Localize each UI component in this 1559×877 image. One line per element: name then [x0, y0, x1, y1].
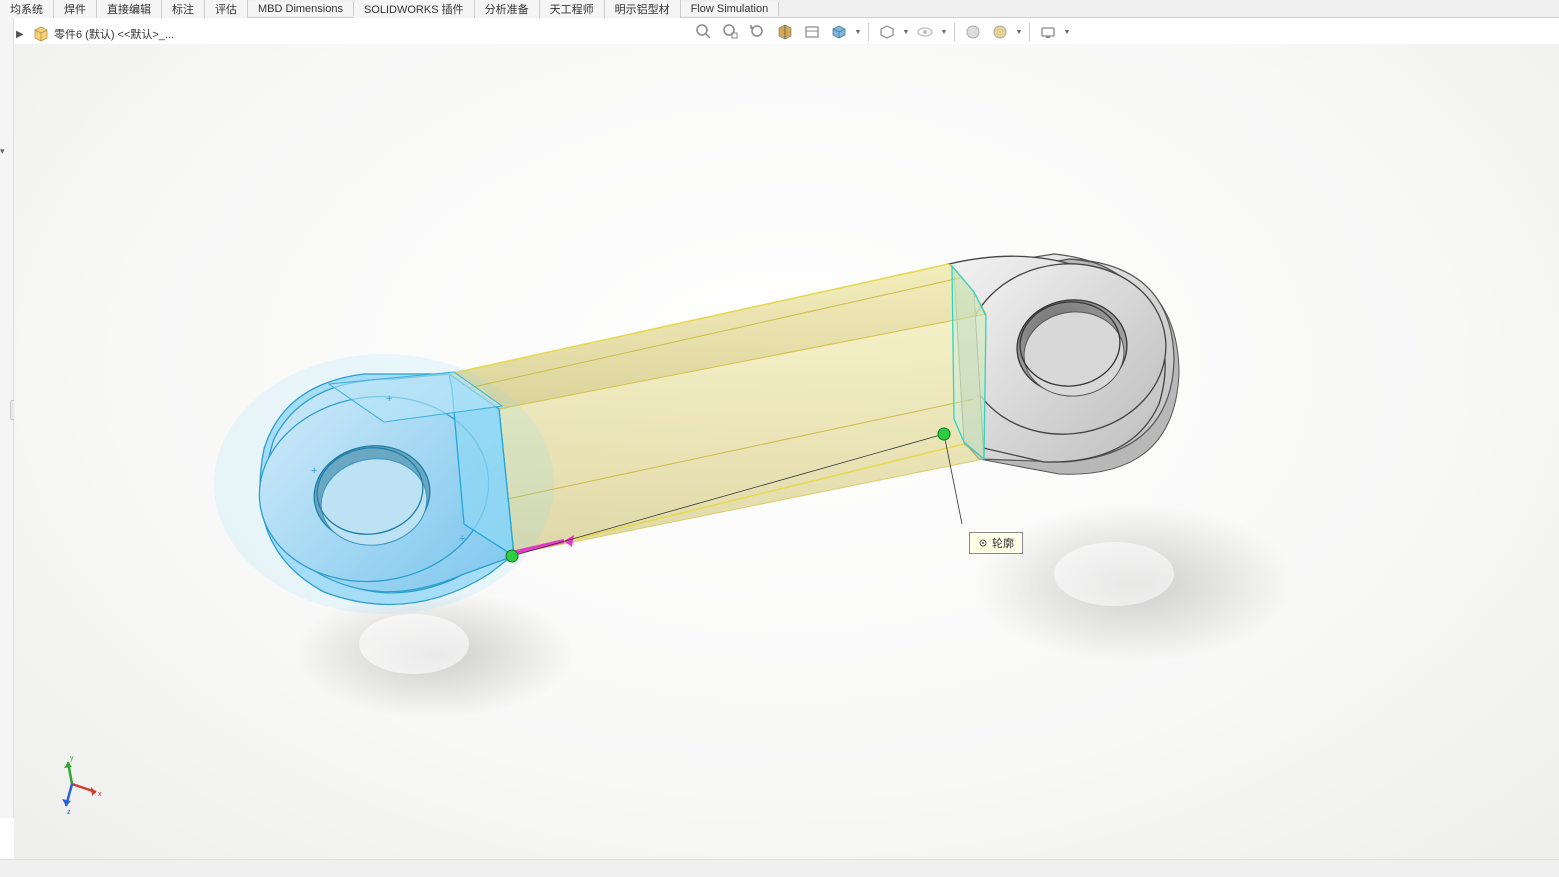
- tab-solidworks-addins[interactable]: SOLIDWORKS 插件: [354, 0, 475, 18]
- svg-text:+: +: [311, 465, 317, 477]
- apply-scene-icon[interactable]: [988, 20, 1012, 44]
- loft-handle-start[interactable]: [506, 550, 518, 562]
- svg-text:x: x: [98, 791, 102, 798]
- hide-show-dropdown-icon[interactable]: ▼: [940, 20, 948, 44]
- svg-text:+: +: [459, 533, 465, 545]
- zoom-to-fit-icon[interactable]: [692, 20, 716, 44]
- separator: [868, 23, 869, 41]
- zoom-area-icon[interactable]: [719, 20, 743, 44]
- tab-annotation[interactable]: 标注: [162, 0, 205, 18]
- tab-aluminum-profile[interactable]: 明示铝型材: [605, 0, 681, 18]
- breadcrumb-expand-icon[interactable]: ▶: [16, 29, 26, 39]
- view-orientation-icon[interactable]: [827, 20, 851, 44]
- previous-view-icon[interactable]: [746, 20, 770, 44]
- profile-tooltip: 轮廓: [969, 532, 1023, 554]
- panel-expand-arrow-icon[interactable]: ▾: [0, 146, 10, 156]
- profile-callout-icon: [978, 538, 988, 548]
- graphics-viewport[interactable]: + + + 轮廓: [14, 44, 1559, 859]
- edit-appearance-icon[interactable]: [961, 20, 985, 44]
- part-icon: [32, 25, 50, 43]
- tab-mbd-dimensions[interactable]: MBD Dimensions: [248, 2, 354, 16]
- breadcrumb: ▶ 零件6 (默认) <<默认>_...: [16, 22, 174, 46]
- tab-direct-edit[interactable]: 直接编辑: [97, 0, 162, 18]
- display-style-icon[interactable]: [875, 20, 899, 44]
- tab-analysis-prep[interactable]: 分析准备: [475, 0, 540, 18]
- tab-weldments[interactable]: 焊件: [54, 0, 97, 18]
- view-orientation-dropdown-icon[interactable]: ▼: [854, 20, 862, 44]
- left-boss-body-selected: + + +: [214, 354, 554, 614]
- loft-handle-end[interactable]: [938, 428, 950, 440]
- view-settings-icon[interactable]: [1036, 20, 1060, 44]
- tab-flow-simulation[interactable]: Flow Simulation: [681, 2, 780, 16]
- tooltip-text: 轮廓: [992, 535, 1014, 551]
- model-render: + + +: [14, 44, 1559, 859]
- tab-tiangong[interactable]: 天工程师: [540, 0, 605, 18]
- svg-text:y: y: [70, 755, 74, 762]
- svg-text:z: z: [67, 809, 71, 814]
- hide-show-icon[interactable]: [913, 20, 937, 44]
- command-manager-tabs: 均系统 焊件 直接编辑 标注 评估 MBD Dimensions SOLIDWO…: [0, 0, 1559, 18]
- svg-text:+: +: [386, 393, 392, 405]
- tab-structure-system[interactable]: 均系统: [0, 0, 54, 18]
- separator: [954, 23, 955, 41]
- separator: [1029, 23, 1030, 41]
- section-view-icon[interactable]: [773, 20, 797, 44]
- orientation-triad[interactable]: y x z: [44, 754, 104, 814]
- heads-up-view-toolbar: ▼ ▼ ▼ ▼ ▼: [692, 20, 1071, 44]
- apply-scene-dropdown-icon[interactable]: ▼: [1015, 20, 1023, 44]
- view-settings-dropdown-icon[interactable]: ▼: [1063, 20, 1071, 44]
- status-bar: [0, 859, 1559, 877]
- dynamic-annotation-icon[interactable]: [800, 20, 824, 44]
- tab-evaluate[interactable]: 评估: [205, 0, 248, 18]
- breadcrumb-part-name[interactable]: 零件6 (默认) <<默认>_...: [54, 26, 174, 42]
- display-style-dropdown-icon[interactable]: ▼: [902, 20, 910, 44]
